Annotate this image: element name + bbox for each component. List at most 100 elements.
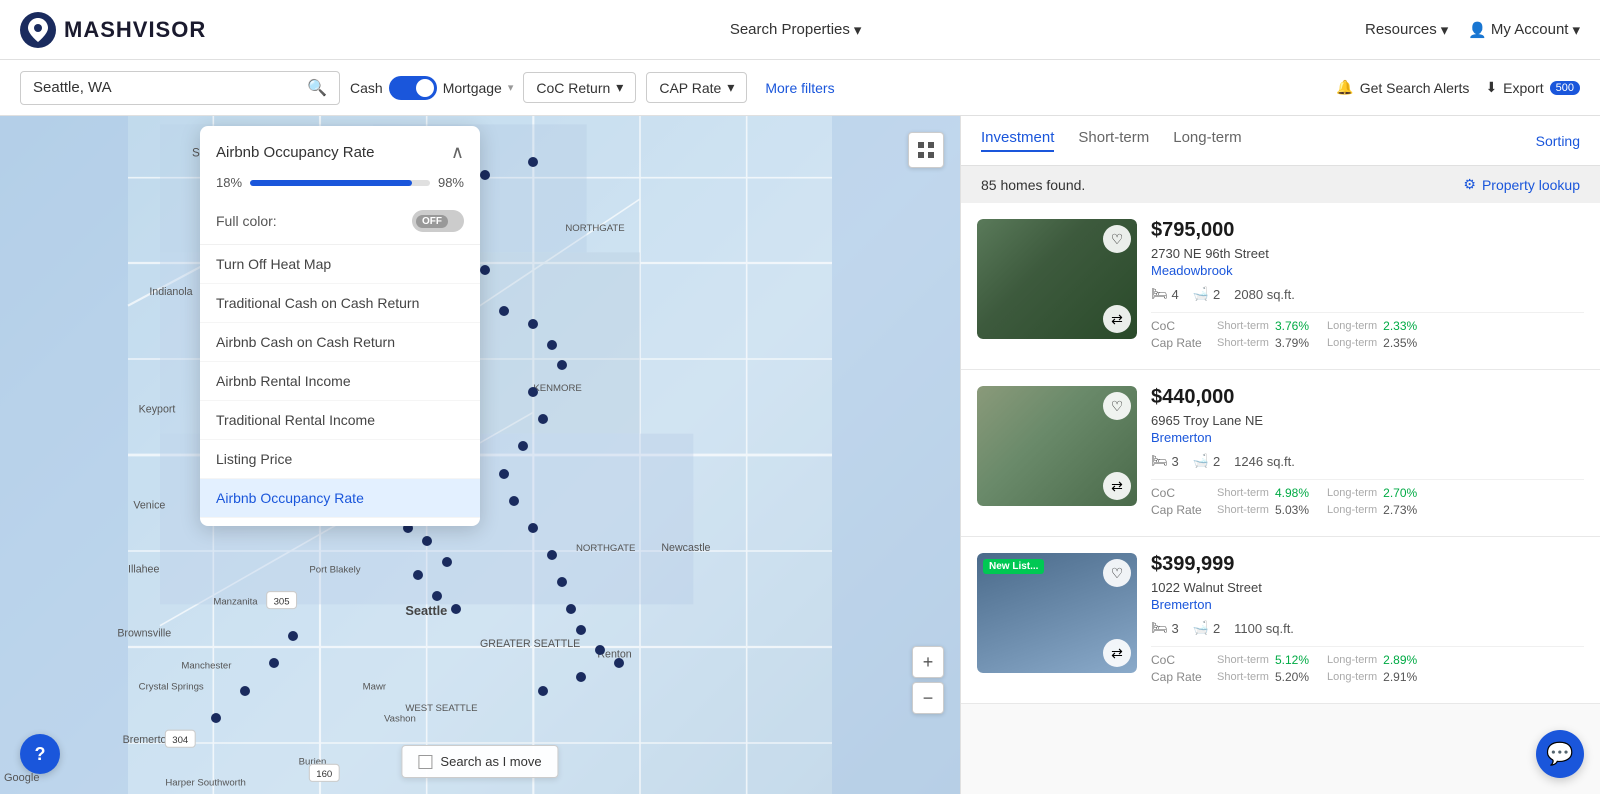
map-pin[interactable]: [240, 686, 250, 696]
coc-label: CoC: [1151, 486, 1211, 500]
cap-lt-label: Long-term: [1327, 504, 1377, 516]
full-color-toggle[interactable]: OFF: [412, 210, 464, 232]
dropdown-close-btn[interactable]: ∧: [451, 142, 464, 163]
map-pin[interactable]: [442, 557, 452, 567]
cap-row: Cap Rate Short-term 3.79% Long-term 2.35…: [1151, 336, 1584, 350]
property-card-2[interactable]: New List... ♡ ⇄ $399,999 1022 Walnut Str…: [961, 537, 1600, 704]
map-pin[interactable]: [538, 414, 548, 424]
map-pin[interactable]: [557, 577, 567, 587]
map-pin[interactable]: [557, 360, 567, 370]
cap-st-label: Short-term: [1217, 337, 1269, 349]
dropdown-header: Airbnb Occupancy Rate ∧: [200, 142, 480, 175]
property-neighborhood[interactable]: Bremerton: [1151, 597, 1584, 612]
cap-st-value: 5.03%: [1275, 503, 1309, 517]
tab-long-term[interactable]: Long-term: [1173, 129, 1241, 152]
property-neighborhood[interactable]: Meadowbrook: [1151, 263, 1584, 278]
property-img-wrap: ♡ ⇄: [977, 386, 1137, 506]
coc-label: CoC: [1151, 653, 1211, 667]
help-btn[interactable]: ?: [20, 734, 60, 774]
dropdown-item-0[interactable]: Turn Off Heat Map: [200, 245, 480, 284]
main-nav: Search Properties ▾: [730, 21, 862, 39]
chat-widget[interactable]: 💬: [1536, 730, 1584, 778]
compare-btn[interactable]: ⇄: [1103, 472, 1131, 500]
map-pin[interactable]: [528, 523, 538, 533]
map-pin[interactable]: [499, 469, 509, 479]
map-container[interactable]: Suquamish Indianola Keyport Venice Illah…: [0, 116, 960, 794]
heatmap-dropdown: Airbnb Occupancy Rate ∧ 18% 98% Full col…: [200, 126, 480, 526]
dropdown-item-1[interactable]: Traditional Cash on Cash Return: [200, 284, 480, 323]
property-img-wrap: New List... ♡ ⇄: [977, 553, 1137, 673]
map-pin[interactable]: [413, 570, 423, 580]
right-panel: Investment Short-term Long-term Sorting …: [960, 116, 1600, 794]
nav-search-properties[interactable]: Search Properties ▾: [730, 21, 862, 39]
tab-short-term[interactable]: Short-term: [1078, 129, 1149, 152]
zoom-in-btn[interactable]: +: [912, 646, 944, 678]
map-grid-btn[interactable]: [908, 132, 944, 168]
search-as-move[interactable]: Search as I move: [401, 745, 558, 778]
cap-st-value: 5.20%: [1275, 670, 1309, 684]
compare-btn[interactable]: ⇄: [1103, 639, 1131, 667]
coc-lt-label: Long-term: [1327, 654, 1377, 666]
dropdown-item-4[interactable]: Traditional Rental Income: [200, 401, 480, 440]
zoom-out-btn[interactable]: −: [912, 682, 944, 714]
metrics-wrap: CoC Short-term 4.98% Long-term 2.70% Cap…: [1151, 479, 1584, 517]
property-info: $795,000 2730 NE 96th Street Meadowbrook…: [1137, 219, 1584, 353]
svg-text:Indianola: Indianola: [149, 286, 192, 298]
range-max: 98%: [438, 175, 464, 190]
sorting-btn[interactable]: Sorting: [1536, 133, 1580, 149]
cash-mortgage-toggle[interactable]: [389, 76, 437, 100]
get-search-alerts-btn[interactable]: 🔔 Get Search Alerts: [1336, 79, 1469, 96]
coc-lt-value: 2.33%: [1383, 319, 1417, 333]
favorite-btn[interactable]: ♡: [1103, 225, 1131, 253]
svg-text:305: 305: [274, 596, 290, 607]
svg-text:Crystal Springs: Crystal Springs: [139, 682, 204, 693]
coc-st-label: Short-term: [1217, 487, 1269, 499]
property-lookup[interactable]: ⚙ Property lookup: [1463, 176, 1580, 193]
favorite-btn[interactable]: ♡: [1103, 559, 1131, 587]
dropdown-item-3[interactable]: Airbnb Rental Income: [200, 362, 480, 401]
range-row: 18% 98%: [200, 175, 480, 202]
property-address: 2730 NE 96th Street: [1151, 246, 1584, 261]
map-pin[interactable]: [547, 340, 557, 350]
search-as-move-checkbox[interactable]: [418, 755, 432, 769]
property-price: $795,000: [1151, 219, 1584, 242]
property-info: $440,000 6965 Troy Lane NE Bremerton 🛏 3…: [1137, 386, 1584, 520]
coc-lt-label: Long-term: [1327, 487, 1377, 499]
property-specs: 🛏 4 🛁 2 2080 sq.ft.: [1151, 286, 1584, 302]
sqft-spec: 1100 sq.ft.: [1234, 621, 1294, 636]
more-filters-btn[interactable]: More filters: [757, 80, 842, 96]
property-card-1[interactable]: ♡ ⇄ $440,000 6965 Troy Lane NE Bremerton…: [961, 370, 1600, 537]
map-pin[interactable]: [528, 157, 538, 167]
map-pin[interactable]: [576, 625, 586, 635]
beds-spec: 🛏 3: [1151, 453, 1179, 469]
favorite-btn[interactable]: ♡: [1103, 392, 1131, 420]
map-pin[interactable]: [509, 496, 519, 506]
range-bar[interactable]: [250, 180, 430, 186]
map-pin[interactable]: [538, 686, 548, 696]
nav-resources[interactable]: Resources ▾: [1365, 21, 1448, 39]
nav-account[interactable]: 👤 My Account ▾: [1468, 21, 1580, 39]
property-card-0[interactable]: ♡ ⇄ $795,000 2730 NE 96th Street Meadowb…: [961, 203, 1600, 370]
coc-row: CoC Short-term 3.76% Long-term 2.33%: [1151, 319, 1584, 333]
property-neighborhood[interactable]: Bremerton: [1151, 430, 1584, 445]
dropdown-item-2[interactable]: Airbnb Cash on Cash Return: [200, 323, 480, 362]
map-pin[interactable]: [432, 591, 442, 601]
property-address: 1022 Walnut Street: [1151, 580, 1584, 595]
map-pin[interactable]: [576, 672, 586, 682]
dropdown-item-6[interactable]: Airbnb Occupancy Rate: [200, 479, 480, 518]
coc-label: CoC: [1151, 319, 1211, 333]
cap-label: Cap Rate: [1151, 336, 1211, 350]
map-pin[interactable]: [211, 713, 221, 723]
location-search-input[interactable]: [33, 79, 307, 96]
coc-return-filter-btn[interactable]: CoC Return ▾: [523, 72, 636, 103]
export-btn[interactable]: ⬇ Export 500: [1485, 79, 1580, 96]
tab-investment[interactable]: Investment: [981, 129, 1054, 152]
cap-rate-filter-btn[interactable]: CAP Rate ▾: [646, 72, 747, 103]
map-pin[interactable]: [595, 645, 605, 655]
compare-btn[interactable]: ⇄: [1103, 305, 1131, 333]
logo[interactable]: MASHVISOR: [20, 12, 206, 48]
dropdown-item-5[interactable]: Listing Price: [200, 440, 480, 479]
svg-text:Illahee: Illahee: [128, 563, 159, 575]
search-icon-button[interactable]: 🔍: [307, 78, 327, 98]
map-pin[interactable]: [499, 306, 509, 316]
